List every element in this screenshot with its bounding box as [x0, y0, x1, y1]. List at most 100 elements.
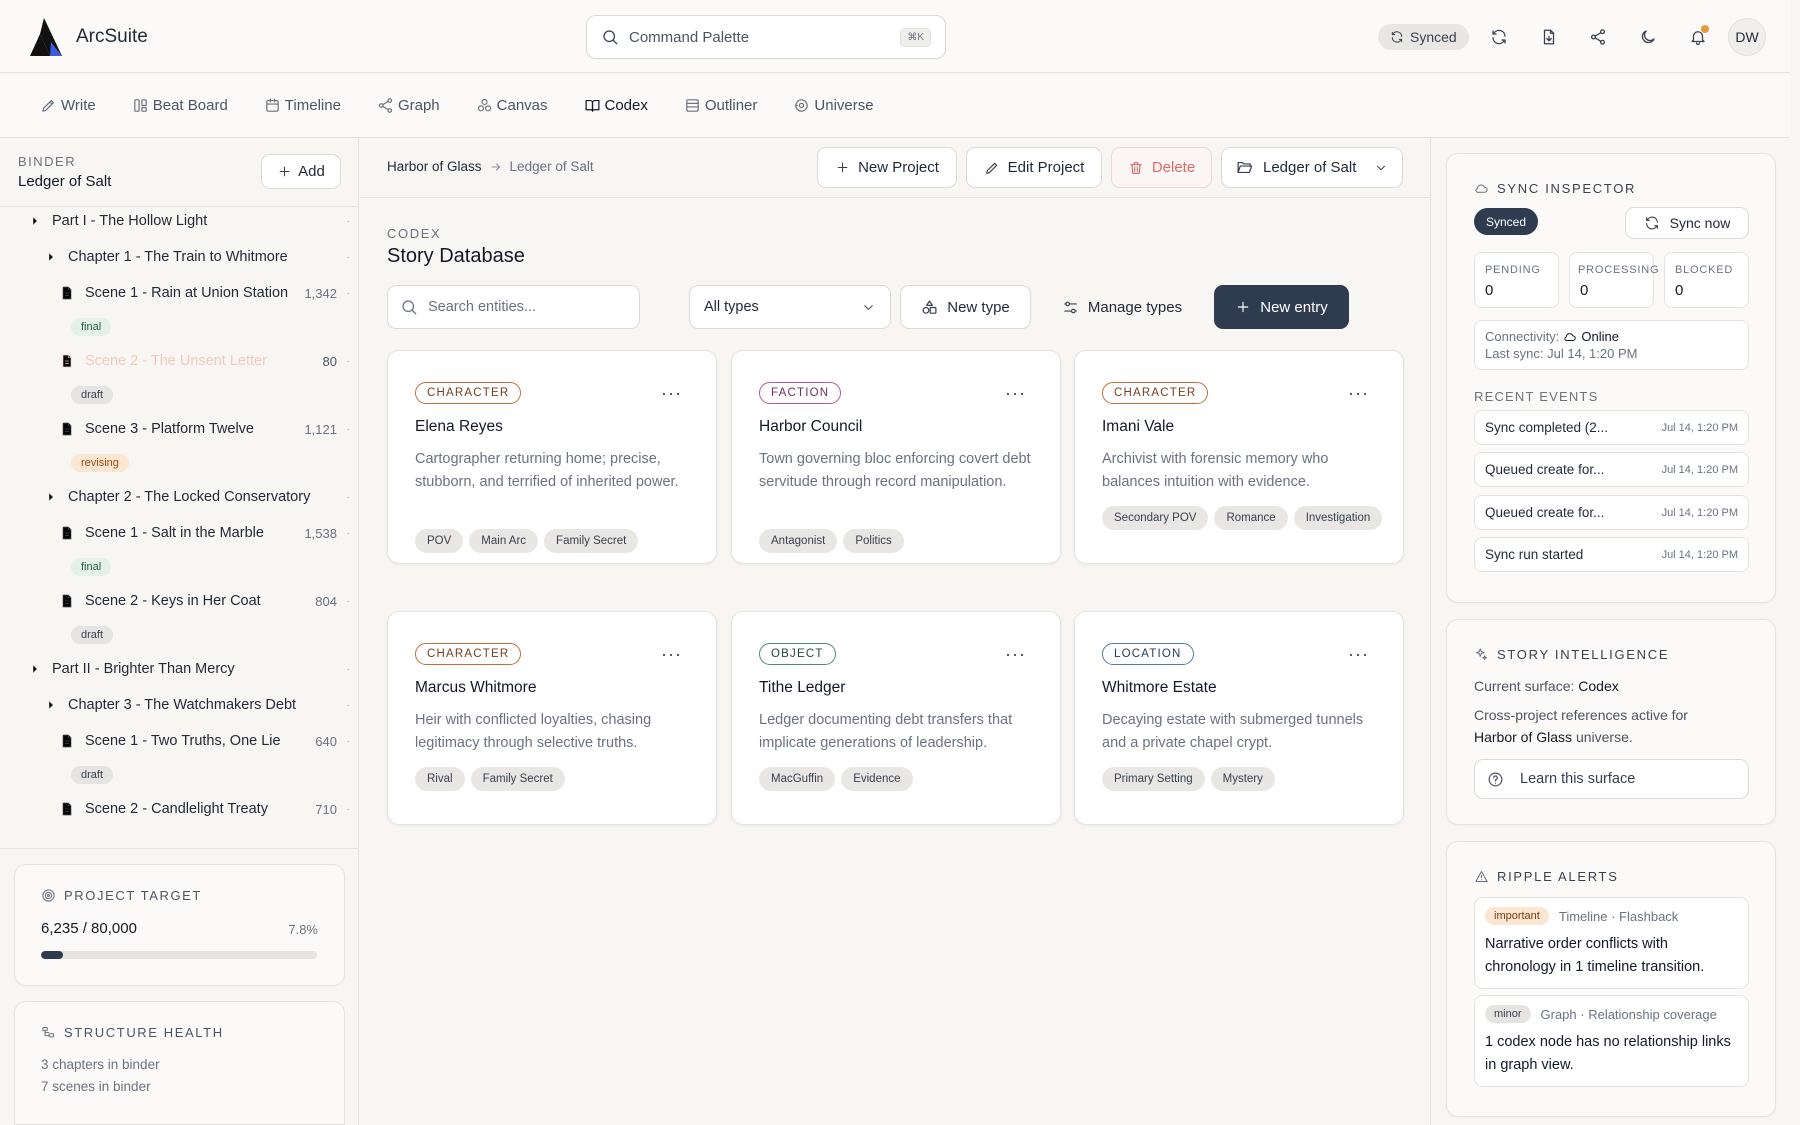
entity-card-elena-reyes[interactable]: CHARACTER ··· Elena Reyes Cartographer r…: [387, 350, 717, 564]
entity-tag[interactable]: Evidence: [841, 767, 913, 791]
share-button[interactable]: [1583, 22, 1613, 52]
tree-scene[interactable]: Scene 1 - Two Truths, One Lie 640 ·: [0, 724, 359, 758]
chevron-right-icon[interactable]: [44, 490, 58, 504]
tab-graph[interactable]: Graph: [373, 88, 444, 124]
tree-item-menu[interactable]: ·: [347, 700, 350, 711]
right-panel: SYNC INSPECTOR Synced Sync now PENDING 0…: [1432, 139, 1790, 1125]
search-input[interactable]: [428, 299, 618, 315]
entity-tag[interactable]: Family Secret: [544, 529, 639, 553]
tree-item-menu[interactable]: ·: [347, 528, 350, 539]
new-type-button[interactable]: New type: [900, 285, 1031, 329]
chevron-right-icon[interactable]: [44, 250, 58, 264]
entity-tag[interactable]: Family Secret: [470, 767, 565, 791]
tree-scene[interactable]: Scene 2 - Keys in Her Coat 804 ·: [0, 584, 359, 618]
tree-item-menu[interactable]: ·: [347, 252, 350, 263]
entity-card-tithe-ledger[interactable]: OBJECT ··· Tithe Ledger Ledger documenti…: [731, 611, 1061, 825]
command-palette-button[interactable]: Command Palette ⌘K: [586, 15, 946, 59]
sync-status-pill[interactable]: Synced: [1378, 24, 1469, 50]
project-target-bar-fill: [41, 951, 63, 959]
brand[interactable]: ArcSuite: [30, 18, 148, 56]
tree-item-menu[interactable]: ·: [347, 492, 350, 503]
entity-tag[interactable]: Mystery: [1210, 767, 1275, 791]
entity-tag[interactable]: POV: [415, 529, 464, 553]
sync-now-label: Sync now: [1669, 215, 1731, 231]
card-more-button[interactable]: ···: [1005, 383, 1026, 404]
entity-tag[interactable]: Primary Setting: [1102, 767, 1205, 791]
new-project-button[interactable]: New Project: [817, 147, 957, 188]
tree-scene[interactable]: Scene 1 - Rain at Union Station 1,342 ·: [0, 276, 359, 310]
event-row[interactable]: Queued create for... Jul 14, 1:20 PM: [1474, 495, 1749, 530]
tree-item-menu[interactable]: ·: [347, 288, 350, 299]
entity-tag[interactable]: Antagonist: [759, 529, 838, 553]
tab-write[interactable]: Write: [36, 88, 100, 124]
entity-tag[interactable]: Investigation: [1293, 506, 1383, 530]
tree-item-menu[interactable]: ·: [347, 664, 350, 675]
edit-project-button[interactable]: Edit Project: [966, 147, 1102, 188]
card-more-button[interactable]: ···: [661, 644, 682, 665]
event-row[interactable]: Sync completed (2... Jul 14, 1:20 PM: [1474, 410, 1749, 445]
tree-scene[interactable]: Scene 1 - Salt in the Marble 1,538 ·: [0, 516, 359, 550]
delete-project-button[interactable]: Delete: [1111, 147, 1212, 188]
export-button[interactable]: [1534, 22, 1564, 52]
tab-universe[interactable]: Universe: [789, 88, 877, 124]
manage-types-button[interactable]: Manage types: [1044, 285, 1200, 329]
tree-scene[interactable]: Scene 2 - Candlelight Treaty 710 ·: [0, 792, 359, 826]
tree-item-menu[interactable]: ·: [347, 356, 350, 367]
card-more-button[interactable]: ···: [1348, 644, 1369, 665]
entity-tag[interactable]: Main Arc: [469, 529, 539, 553]
tree-scene[interactable]: Scene 3 - Platform Twelve 1,121 ·: [0, 412, 359, 446]
tree-chapter[interactable]: Chapter 1 - The Train to Whitmore ·: [0, 240, 359, 274]
event-row[interactable]: Queued create for... Jul 14, 1:20 PM: [1474, 452, 1749, 487]
document-icon: [62, 734, 72, 748]
tab-codex[interactable]: Codex: [580, 88, 652, 124]
tree-item-menu[interactable]: ·: [347, 736, 350, 747]
new-entry-button[interactable]: New entry: [1214, 285, 1349, 329]
tree-scene[interactable]: Scene 2 - The Unsent Letter 80 ·: [0, 344, 359, 378]
card-more-button[interactable]: ···: [661, 383, 682, 404]
tab-canvas[interactable]: Canvas: [472, 88, 552, 124]
tab-timeline[interactable]: Timeline: [260, 88, 345, 124]
chevron-right-icon[interactable]: [28, 214, 42, 228]
chevron-right-icon[interactable]: [44, 698, 58, 712]
entity-tag[interactable]: MacGuffin: [759, 767, 836, 791]
tree-part[interactable]: Part II - Brighter Than Mercy ·: [0, 652, 359, 686]
entity-search[interactable]: [387, 285, 640, 329]
learn-surface-button[interactable]: Learn this surface: [1474, 759, 1749, 799]
tab-outliner[interactable]: Outliner: [680, 88, 762, 124]
tree-chapter[interactable]: Chapter 3 - The Watchmakers Debt ·: [0, 688, 359, 722]
entity-tag[interactable]: Secondary POV: [1102, 506, 1209, 530]
chevron-right-icon[interactable]: [28, 662, 42, 676]
breadcrumb-root[interactable]: Harbor of Glass: [387, 159, 482, 174]
event-row[interactable]: Sync run started Jul 14, 1:20 PM: [1474, 537, 1749, 572]
tree-item-menu[interactable]: ·: [347, 424, 350, 435]
tree-item-menu[interactable]: ·: [347, 596, 350, 607]
entity-card-harbor-council[interactable]: FACTION ··· Harbor Council Town governin…: [731, 350, 1061, 564]
project-select[interactable]: Ledger of Salt: [1221, 147, 1403, 188]
tree-chapter[interactable]: Chapter 2 - The Locked Conservatory ·: [0, 480, 359, 514]
entity-card-whitmore-estate[interactable]: LOCATION ··· Whitmore Estate Decaying es…: [1074, 611, 1404, 825]
tree-item-menu[interactable]: ·: [347, 216, 350, 227]
entity-tag[interactable]: Politics: [843, 529, 904, 553]
sparkles-icon: [1475, 648, 1488, 661]
entity-card-imani-vale[interactable]: CHARACTER ··· Imani Vale Archivist with …: [1074, 350, 1404, 564]
entity-tag[interactable]: Rival: [415, 767, 465, 791]
avatar[interactable]: DW: [1728, 18, 1766, 56]
binder-add-button[interactable]: Add: [261, 154, 341, 189]
notifications-button[interactable]: [1683, 22, 1713, 52]
sync-now-button[interactable]: Sync now: [1625, 207, 1749, 239]
theme-toggle-button[interactable]: [1633, 22, 1663, 52]
card-more-button[interactable]: ···: [1005, 644, 1026, 665]
pen-icon: [42, 99, 55, 112]
type-filter-select[interactable]: All types: [689, 285, 891, 329]
entity-tag[interactable]: Romance: [1214, 506, 1288, 530]
ripple-alert[interactable]: important Timeline · Flashback Narrative…: [1474, 897, 1749, 989]
structure-health-card: STRUCTURE HEALTH 3 chapters in binder 7 …: [14, 1001, 345, 1125]
tree-item-menu[interactable]: ·: [347, 804, 350, 815]
tab-beat-board[interactable]: Beat Board: [128, 88, 232, 124]
refresh-button[interactable]: [1484, 22, 1514, 52]
tree-part[interactable]: Part I - The Hollow Light ·: [0, 204, 359, 238]
entity-card-marcus-whitmore[interactable]: CHARACTER ··· Marcus Whitmore Heir with …: [387, 611, 717, 825]
card-more-button[interactable]: ···: [1348, 383, 1369, 404]
status-row: final: [0, 550, 359, 584]
ripple-alert[interactable]: minor Graph · Relationship coverage 1 co…: [1474, 995, 1749, 1087]
